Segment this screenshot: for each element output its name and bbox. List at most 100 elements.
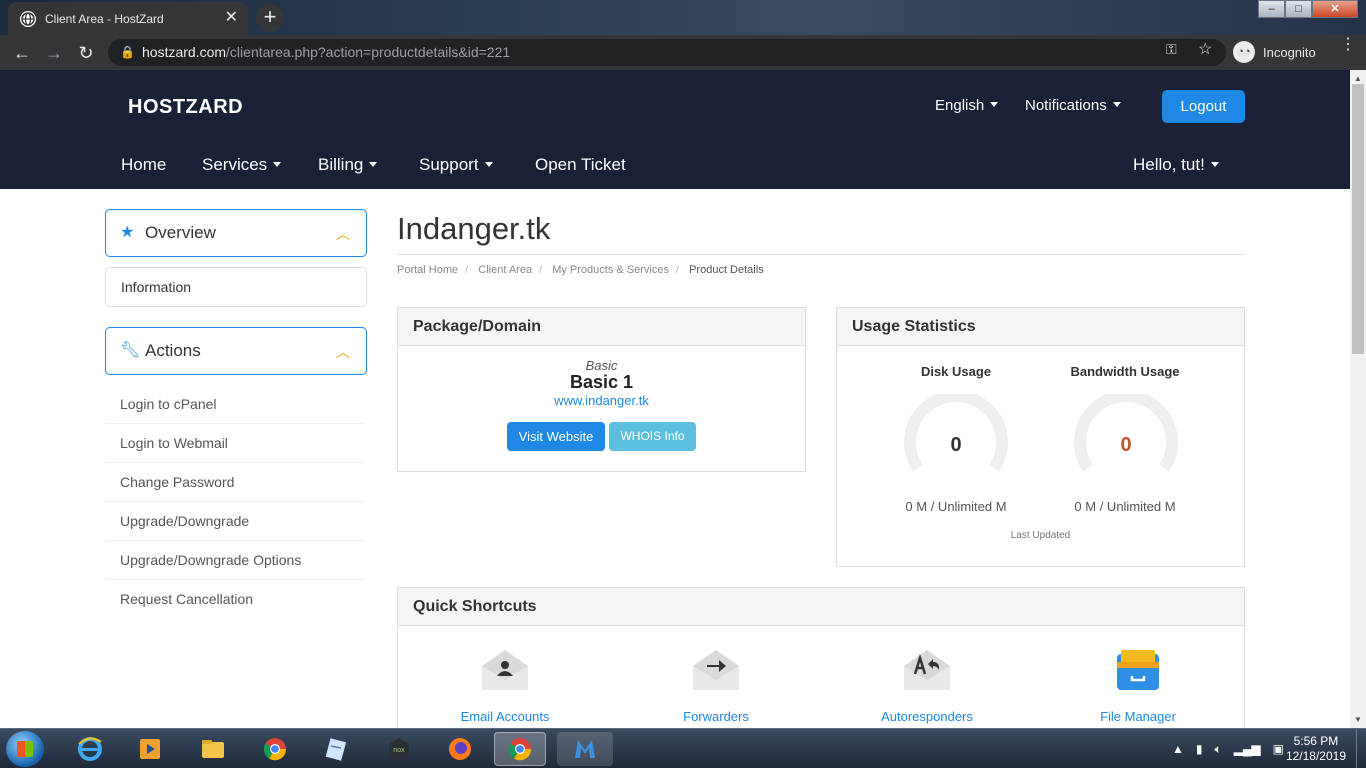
windows-taskbar: nox ▲ ▮ 🔈︎ ▂▄▆ ▣ 5:56 PM 12/18/2019 <box>0 728 1366 768</box>
bandwidth-usage-value: 0 <box>1120 434 1132 456</box>
volume-icon[interactable]: 🔈︎ <box>1214 742 1221 757</box>
package-group: Basic <box>585 358 618 373</box>
sidebar-item-request-cancellation[interactable]: Request Cancellation <box>105 580 365 619</box>
sidebar-actions-title: Actions <box>145 341 201 360</box>
menu-dots-icon[interactable]: ⋮ <box>1340 37 1356 53</box>
shortcut-label: Forwarders <box>683 709 749 724</box>
scroll-down-icon[interactable]: ▼ <box>1354 715 1362 724</box>
tray-expand-icon[interactable]: ▲ <box>1172 742 1184 757</box>
incognito-label: Incognito <box>1263 44 1316 60</box>
sidebar-overview-header[interactable]: ★ Overview ︿ <box>105 209 367 257</box>
sidebar-item-information[interactable]: Information <box>105 267 367 307</box>
key-icon[interactable]: ⚿ <box>1166 41 1177 58</box>
tab-close-icon[interactable]: ✕ <box>225 9 238 27</box>
logout-button[interactable]: Logout <box>1162 90 1245 123</box>
new-tab-button[interactable]: + <box>256 4 284 32</box>
nav-services[interactable]: Services <box>202 155 281 175</box>
clock-time: 5:56 PM <box>1293 734 1339 748</box>
whois-info-button[interactable]: WHOIS Info <box>609 422 696 451</box>
url-host: hostzard.com <box>142 44 227 60</box>
notepad-icon[interactable] <box>310 732 362 766</box>
breadcrumb-client-area[interactable]: Client Area <box>478 264 532 276</box>
incognito-indicator[interactable]: ◔◔ Incognito <box>1233 40 1316 64</box>
reload-icon[interactable]: ↻ <box>74 41 98 65</box>
sidebar-overview-title: Overview <box>145 223 216 242</box>
shortcut-file-manager[interactable]: File Manager <box>1058 648 1218 724</box>
site-header: HOSTZARD English Notifications Logout Ho… <box>0 70 1350 189</box>
quick-shortcuts-panel: Quick Shortcuts Email Accounts Forwarder… <box>397 587 1245 747</box>
browser-tab-strip: Client Area - HostZard ✕ + – □ ✕ <box>0 0 1366 35</box>
autoresponders-icon <box>904 650 950 690</box>
globe-icon <box>20 10 36 27</box>
shortcuts-panel-heading: Quick Shortcuts <box>398 588 1244 626</box>
svg-text:nox: nox <box>393 747 405 754</box>
sidebar-item-upgrade-downgrade[interactable]: Upgrade/Downgrade <box>105 502 365 541</box>
chevron-up-icon[interactable]: ︿ <box>336 224 350 244</box>
chrome-active-icon[interactable] <box>494 732 546 766</box>
bandwidth-usage-text: 0 M / Unlimited M <box>1074 499 1176 514</box>
lock-icon: 🔒 <box>120 45 135 59</box>
forward-arrow-icon[interactable]: → <box>42 41 66 65</box>
battery-icon[interactable]: ▮ <box>1196 742 1203 757</box>
chevron-up-icon[interactable]: ︿ <box>336 342 350 362</box>
page-scrollbar[interactable]: ▲ ▼ <box>1350 70 1366 728</box>
address-bar: ← → ↻ 🔒 hostzard.com/clientarea.php?acti… <box>0 35 1366 70</box>
maximize-icon[interactable]: □ <box>1285 0 1312 18</box>
shortcut-email-accounts[interactable]: Email Accounts <box>425 648 585 724</box>
shortcut-label: File Manager <box>1100 709 1176 724</box>
breadcrumb-portal-home[interactable]: Portal Home <box>397 264 458 276</box>
user-greeting-dropdown[interactable]: Hello, tut! <box>1133 155 1219 175</box>
scrollbar-thumb[interactable] <box>1352 84 1364 354</box>
chrome-icon[interactable] <box>249 732 301 766</box>
internet-explorer-icon[interactable] <box>64 732 116 766</box>
nav-billing[interactable]: Billing <box>318 155 377 175</box>
shortcut-autoresponders[interactable]: Autoresponders <box>847 648 1007 724</box>
file-manager-icon <box>1117 650 1159 690</box>
scroll-up-icon[interactable]: ▲ <box>1354 74 1362 83</box>
nox-icon[interactable]: nox <box>373 732 425 766</box>
shortcut-forwarders[interactable]: Forwarders <box>636 648 796 724</box>
sidebar-item-login-cpanel[interactable]: Login to cPanel <box>105 385 365 424</box>
package-name: Basic 1 <box>569 372 634 392</box>
window-close-icon[interactable]: ✕ <box>1312 0 1358 18</box>
show-desktop-button[interactable] <box>1356 729 1366 768</box>
breadcrumb-product-details: Product Details <box>689 264 764 276</box>
window-controls: – □ ✕ <box>1258 0 1358 18</box>
sidebar-actions-header[interactable]: 🔧︎ Actions ︿ <box>105 327 367 375</box>
nav-home[interactable]: Home <box>121 155 166 175</box>
sidebar-item-login-webmail[interactable]: Login to Webmail <box>105 424 365 463</box>
package-panel-heading: Package/Domain <box>398 308 805 346</box>
page-title: Indanger.tk <box>397 211 551 246</box>
sidebar-item-change-password[interactable]: Change Password <box>105 463 365 502</box>
wrench-icon: 🔧︎ <box>120 342 141 359</box>
site-logo[interactable]: HOSTZARD <box>128 96 243 119</box>
start-button[interactable] <box>6 731 44 767</box>
breadcrumb-products-services[interactable]: My Products & Services <box>552 264 669 276</box>
nav-open-ticket[interactable]: Open Ticket <box>535 155 626 175</box>
notifications-dropdown[interactable]: Notifications <box>1025 97 1121 114</box>
malwarebytes-icon[interactable] <box>557 732 613 766</box>
file-explorer-icon[interactable] <box>187 732 239 766</box>
firefox-icon[interactable] <box>434 732 486 766</box>
sidebar-item-upgrade-options[interactable]: Upgrade/Downgrade Options <box>105 541 365 580</box>
url-path: /clientarea.php?action=productdetails&id… <box>226 44 511 60</box>
disk-usage-value: 0 <box>950 434 962 456</box>
visit-website-button[interactable]: Visit Website <box>507 422 605 451</box>
disk-usage-label: Disk Usage <box>920 364 992 379</box>
nav-support[interactable]: Support <box>419 155 493 175</box>
signal-icon[interactable]: ▂▄▆ <box>1234 742 1261 757</box>
media-player-icon[interactable] <box>124 732 176 766</box>
back-arrow-icon[interactable]: ← <box>10 41 34 65</box>
usage-panel-heading: Usage Statistics <box>837 308 1244 346</box>
minimize-icon[interactable]: – <box>1258 0 1285 18</box>
breadcrumb: Portal Home / Client Area / My Products & … <box>397 264 764 276</box>
shortcut-label: Email Accounts <box>460 709 550 724</box>
language-dropdown[interactable]: English <box>935 97 998 114</box>
taskbar-clock[interactable]: 5:56 PM 12/18/2019 <box>1286 734 1346 764</box>
url-input[interactable]: 🔒 hostzard.com/clientarea.php?action=pro… <box>108 39 1226 66</box>
incognito-icon: ◔◔ <box>1233 41 1255 63</box>
browser-tab[interactable]: Client Area - HostZard ✕ <box>8 2 248 35</box>
package-domain-link[interactable]: www.indanger.tk <box>398 393 805 408</box>
star-icon[interactable]: ☆ <box>1198 39 1212 59</box>
network-icon[interactable]: ▣ <box>1273 742 1284 757</box>
